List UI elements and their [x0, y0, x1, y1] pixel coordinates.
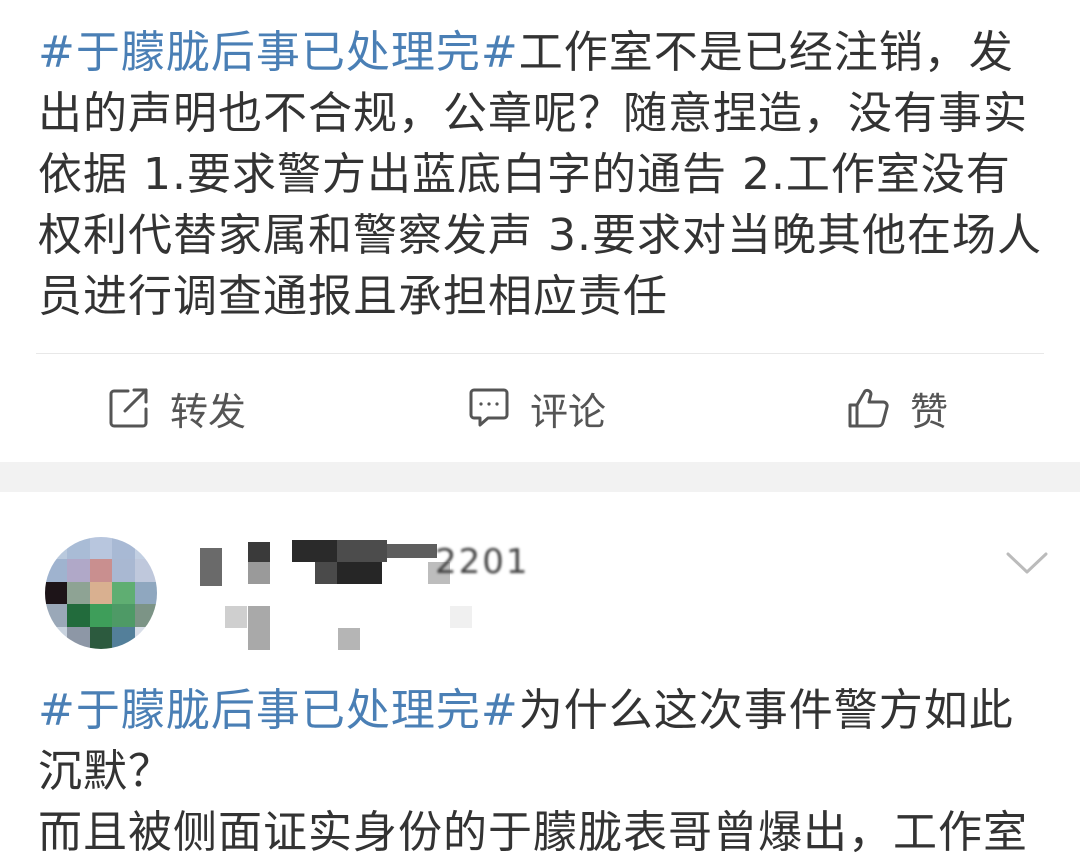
feed-separator — [0, 462, 1080, 492]
comment-icon — [466, 385, 512, 431]
chevron-down-icon[interactable] — [1005, 548, 1049, 578]
hashtag-link[interactable]: #于朦胧后事已处理完# — [38, 685, 519, 736]
comment-button[interactable]: 评论 — [466, 382, 606, 434]
username-fragment: 2201 — [435, 542, 530, 582]
like-button[interactable]: 赞 — [846, 382, 948, 434]
comment-label: 评论 — [530, 389, 607, 434]
post-body-line2: 而且被侧面证实身份的于朦胧表哥曾爆出，工作室 — [38, 807, 1028, 858]
hashtag-link[interactable]: #于朦胧后事已处理完# — [38, 27, 519, 78]
avatar[interactable] — [45, 537, 157, 649]
post-text: #于朦胧后事已处理完#工作室不是已经注销，发出的声明也不合规，公章呢？随意捏造，… — [38, 22, 1048, 327]
weibo-post: #于朦胧后事已处理完#工作室不是已经注销，发出的声明也不合规，公章呢？随意捏造，… — [0, 0, 1080, 462]
repost-label: 转发 — [170, 389, 247, 434]
like-label: 赞 — [910, 389, 949, 434]
like-icon — [846, 385, 892, 431]
weibo-post: 2201 #于朦胧后事已处理完#为什么这次事件警方如此沉默？ 而且被侧面证实身份的… — [0, 492, 1080, 858]
repost-button[interactable]: 转发 — [106, 382, 246, 434]
repost-icon — [106, 385, 152, 431]
post-action-bar: 转发 评论 赞 — [0, 354, 1080, 462]
